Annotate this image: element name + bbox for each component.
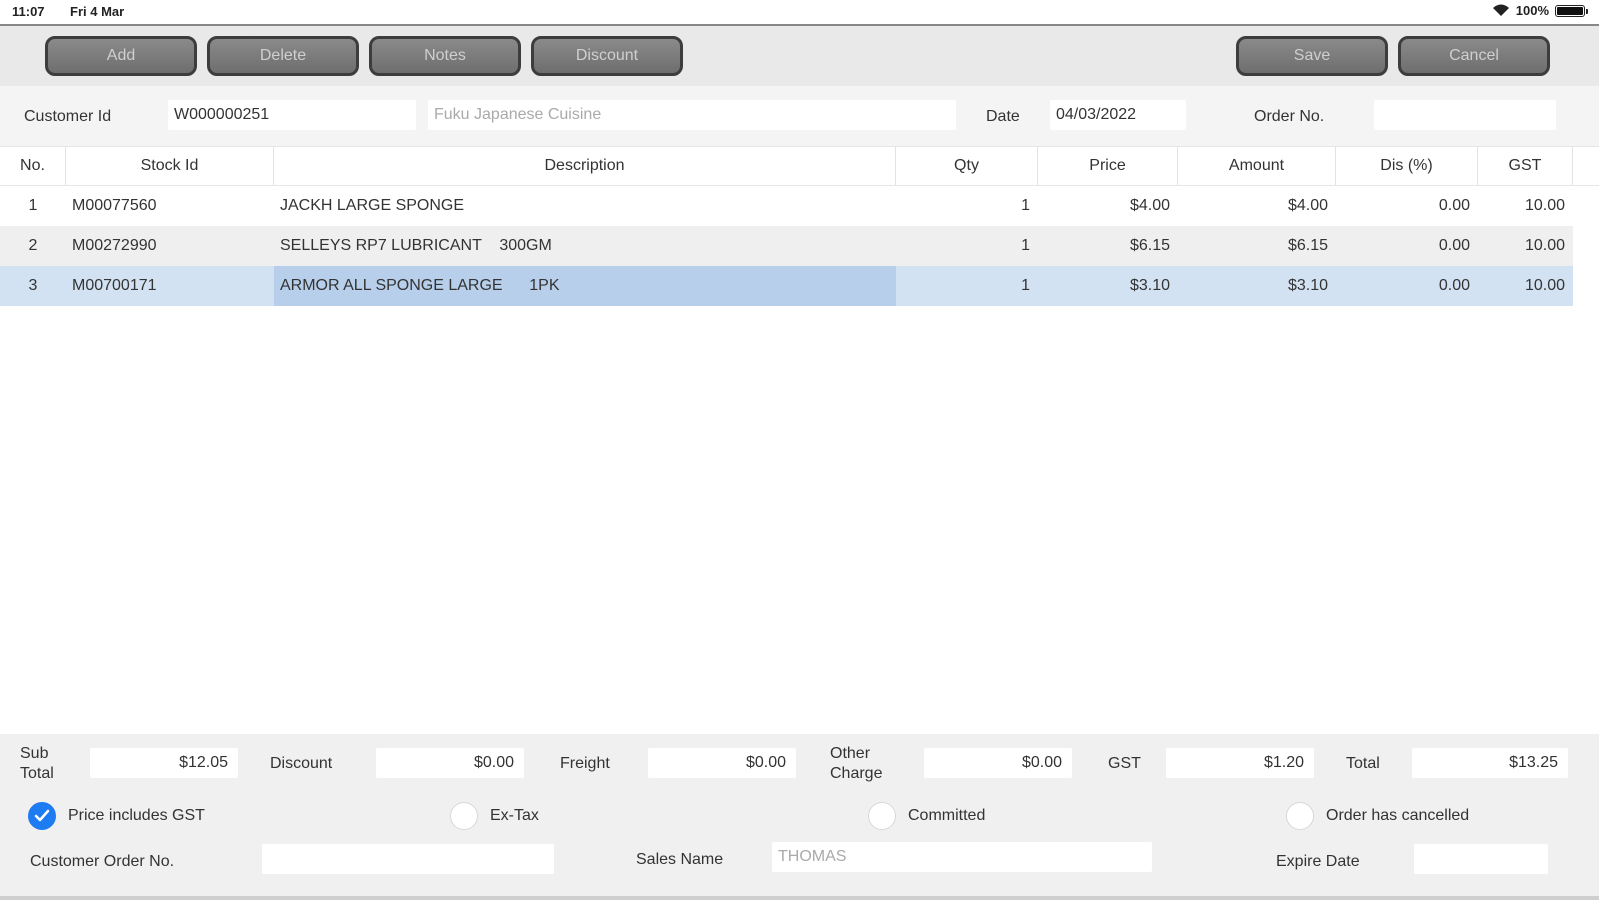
other-charge-label-line1: Other <box>830 745 871 762</box>
totals-bar: Sub Total $12.05 Discount $0.00 Freight … <box>0 734 1599 792</box>
order-cancelled-radio[interactable] <box>1286 802 1314 830</box>
order-no-label: Order No. <box>1254 108 1325 125</box>
status-time: 11:07 <box>12 4 45 19</box>
freight-label: Freight <box>560 755 610 772</box>
order-no-field[interactable] <box>1374 100 1556 130</box>
total-field: $13.25 <box>1412 748 1568 778</box>
cancel-button[interactable]: Cancel <box>1398 36 1550 76</box>
expire-date-label: Expire Date <box>1276 853 1360 870</box>
sales-name-field: THOMAS <box>772 842 1152 872</box>
battery-percent: 100% <box>1515 3 1549 18</box>
cell-stock-id: M00272990 <box>72 237 157 254</box>
cell-gst: 10.00 <box>1524 277 1565 294</box>
table-row[interactable]: 1 M00077560 JACKH LARGE SPONGE 1 $4.00 $… <box>0 186 1573 226</box>
col-spacer <box>1573 147 1599 185</box>
save-button[interactable]: Save <box>1236 36 1388 76</box>
discount-field[interactable]: $0.00 <box>376 748 524 778</box>
gst-field: $1.20 <box>1166 748 1314 778</box>
date-field[interactable]: 04/03/2022 <box>1050 100 1186 130</box>
cell-stock-id: M00700171 <box>72 277 157 294</box>
price-includes-gst-label: Price includes GST <box>68 807 205 824</box>
cell-qty: 1 <box>1021 197 1030 214</box>
cell-discount: 0.00 <box>1438 237 1470 254</box>
col-no[interactable]: No. <box>0 147 66 185</box>
cell-description: SELLEYS RP7 LUBRICANT 300GM <box>280 237 552 254</box>
other-charge-label-line2: Charge <box>830 765 883 782</box>
cell-description: ARMOR ALL SPONGE LARGE 1PK <box>274 266 896 306</box>
cell-stock-id: M00077560 <box>72 197 157 214</box>
cell-price: $6.15 <box>1129 237 1170 254</box>
cell-amount: $3.10 <box>1287 277 1328 294</box>
col-price[interactable]: Price <box>1038 147 1178 185</box>
date-label: Date <box>986 108 1020 125</box>
col-discount-pct[interactable]: Dis (%) <box>1336 147 1478 185</box>
cell-amount: $6.15 <box>1287 237 1328 254</box>
cell-discount: 0.00 <box>1438 277 1470 294</box>
total-label: Total <box>1346 755 1380 772</box>
col-gst[interactable]: GST <box>1478 147 1573 185</box>
discount-label: Discount <box>270 755 333 772</box>
table-header: No. Stock Id Description Qty Price Amoun… <box>0 146 1599 186</box>
cell-price: $3.10 <box>1129 277 1170 294</box>
other-charge-label: Other Charge <box>830 744 882 784</box>
customer-id-field[interactable]: W000000251 <box>168 100 416 130</box>
committed-radio[interactable] <box>868 802 896 830</box>
order-header: Customer Id W000000251 Fuku Japanese Cui… <box>0 86 1599 146</box>
sales-name-label: Sales Name <box>636 851 724 868</box>
customer-order-no-label: Customer Order No. <box>30 853 175 870</box>
ex-tax-radio[interactable] <box>450 802 478 830</box>
cell-price: $4.00 <box>1129 197 1170 214</box>
cell-gst: 10.00 <box>1524 197 1565 214</box>
col-qty[interactable]: Qty <box>896 147 1038 185</box>
order-cancelled-label: Order has cancelled <box>1326 807 1470 824</box>
col-description[interactable]: Description <box>274 147 896 185</box>
toolbar: Add Delete Notes Discount Save Cancel <box>0 26 1599 86</box>
col-amount[interactable]: Amount <box>1178 147 1336 185</box>
status-bar: 11:07 Fri 4 Mar 100% <box>0 0 1599 24</box>
freight-field[interactable]: $0.00 <box>648 748 796 778</box>
other-charge-field[interactable]: $0.00 <box>924 748 1072 778</box>
ex-tax-label: Ex-Tax <box>490 807 539 824</box>
delete-button[interactable]: Delete <box>207 36 359 76</box>
cell-description: JACKH LARGE SPONGE <box>280 197 465 214</box>
cell-no: 3 <box>28 277 38 294</box>
sub-total-label: Sub Total <box>20 744 54 784</box>
customer-id-label: Customer Id <box>24 108 112 125</box>
customer-name-field: Fuku Japanese Cuisine <box>428 100 956 130</box>
status-right: 100% <box>1492 3 1588 18</box>
sub-total-label-line2: Total <box>20 765 54 782</box>
cell-discount: 0.00 <box>1438 197 1470 214</box>
cell-no: 1 <box>28 197 38 214</box>
checkmark-icon <box>34 809 50 822</box>
notes-button[interactable]: Notes <box>369 36 521 76</box>
committed-label: Committed <box>908 807 986 824</box>
cell-amount: $4.00 <box>1287 197 1328 214</box>
order-options: Price includes GST Ex-Tax Committed Orde… <box>0 792 1599 900</box>
col-stock-id[interactable]: Stock Id <box>66 147 274 185</box>
sub-total-field: $12.05 <box>90 748 238 778</box>
sub-total-label-line1: Sub <box>20 745 49 762</box>
customer-order-no-field[interactable] <box>262 844 554 874</box>
expire-date-field[interactable] <box>1414 844 1548 874</box>
discount-button[interactable]: Discount <box>531 36 683 76</box>
status-date: Fri 4 Mar <box>70 4 125 19</box>
cell-qty: 1 <box>1021 237 1030 254</box>
table-row-selected[interactable]: 3 M00700171 ARMOR ALL SPONGE LARGE 1PK 1… <box>0 266 1573 306</box>
add-button[interactable]: Add <box>45 36 197 76</box>
cell-gst: 10.00 <box>1524 237 1565 254</box>
battery-icon <box>1555 4 1588 17</box>
cell-no: 2 <box>28 237 38 254</box>
wifi-icon <box>1492 4 1510 17</box>
price-includes-gst-checkbox[interactable] <box>28 802 56 830</box>
cell-qty: 1 <box>1021 277 1030 294</box>
gst-label: GST <box>1108 755 1141 772</box>
bottom-edge <box>0 896 1599 900</box>
table-row[interactable]: 2 M00272990 SELLEYS RP7 LUBRICANT 300GM … <box>0 226 1573 266</box>
